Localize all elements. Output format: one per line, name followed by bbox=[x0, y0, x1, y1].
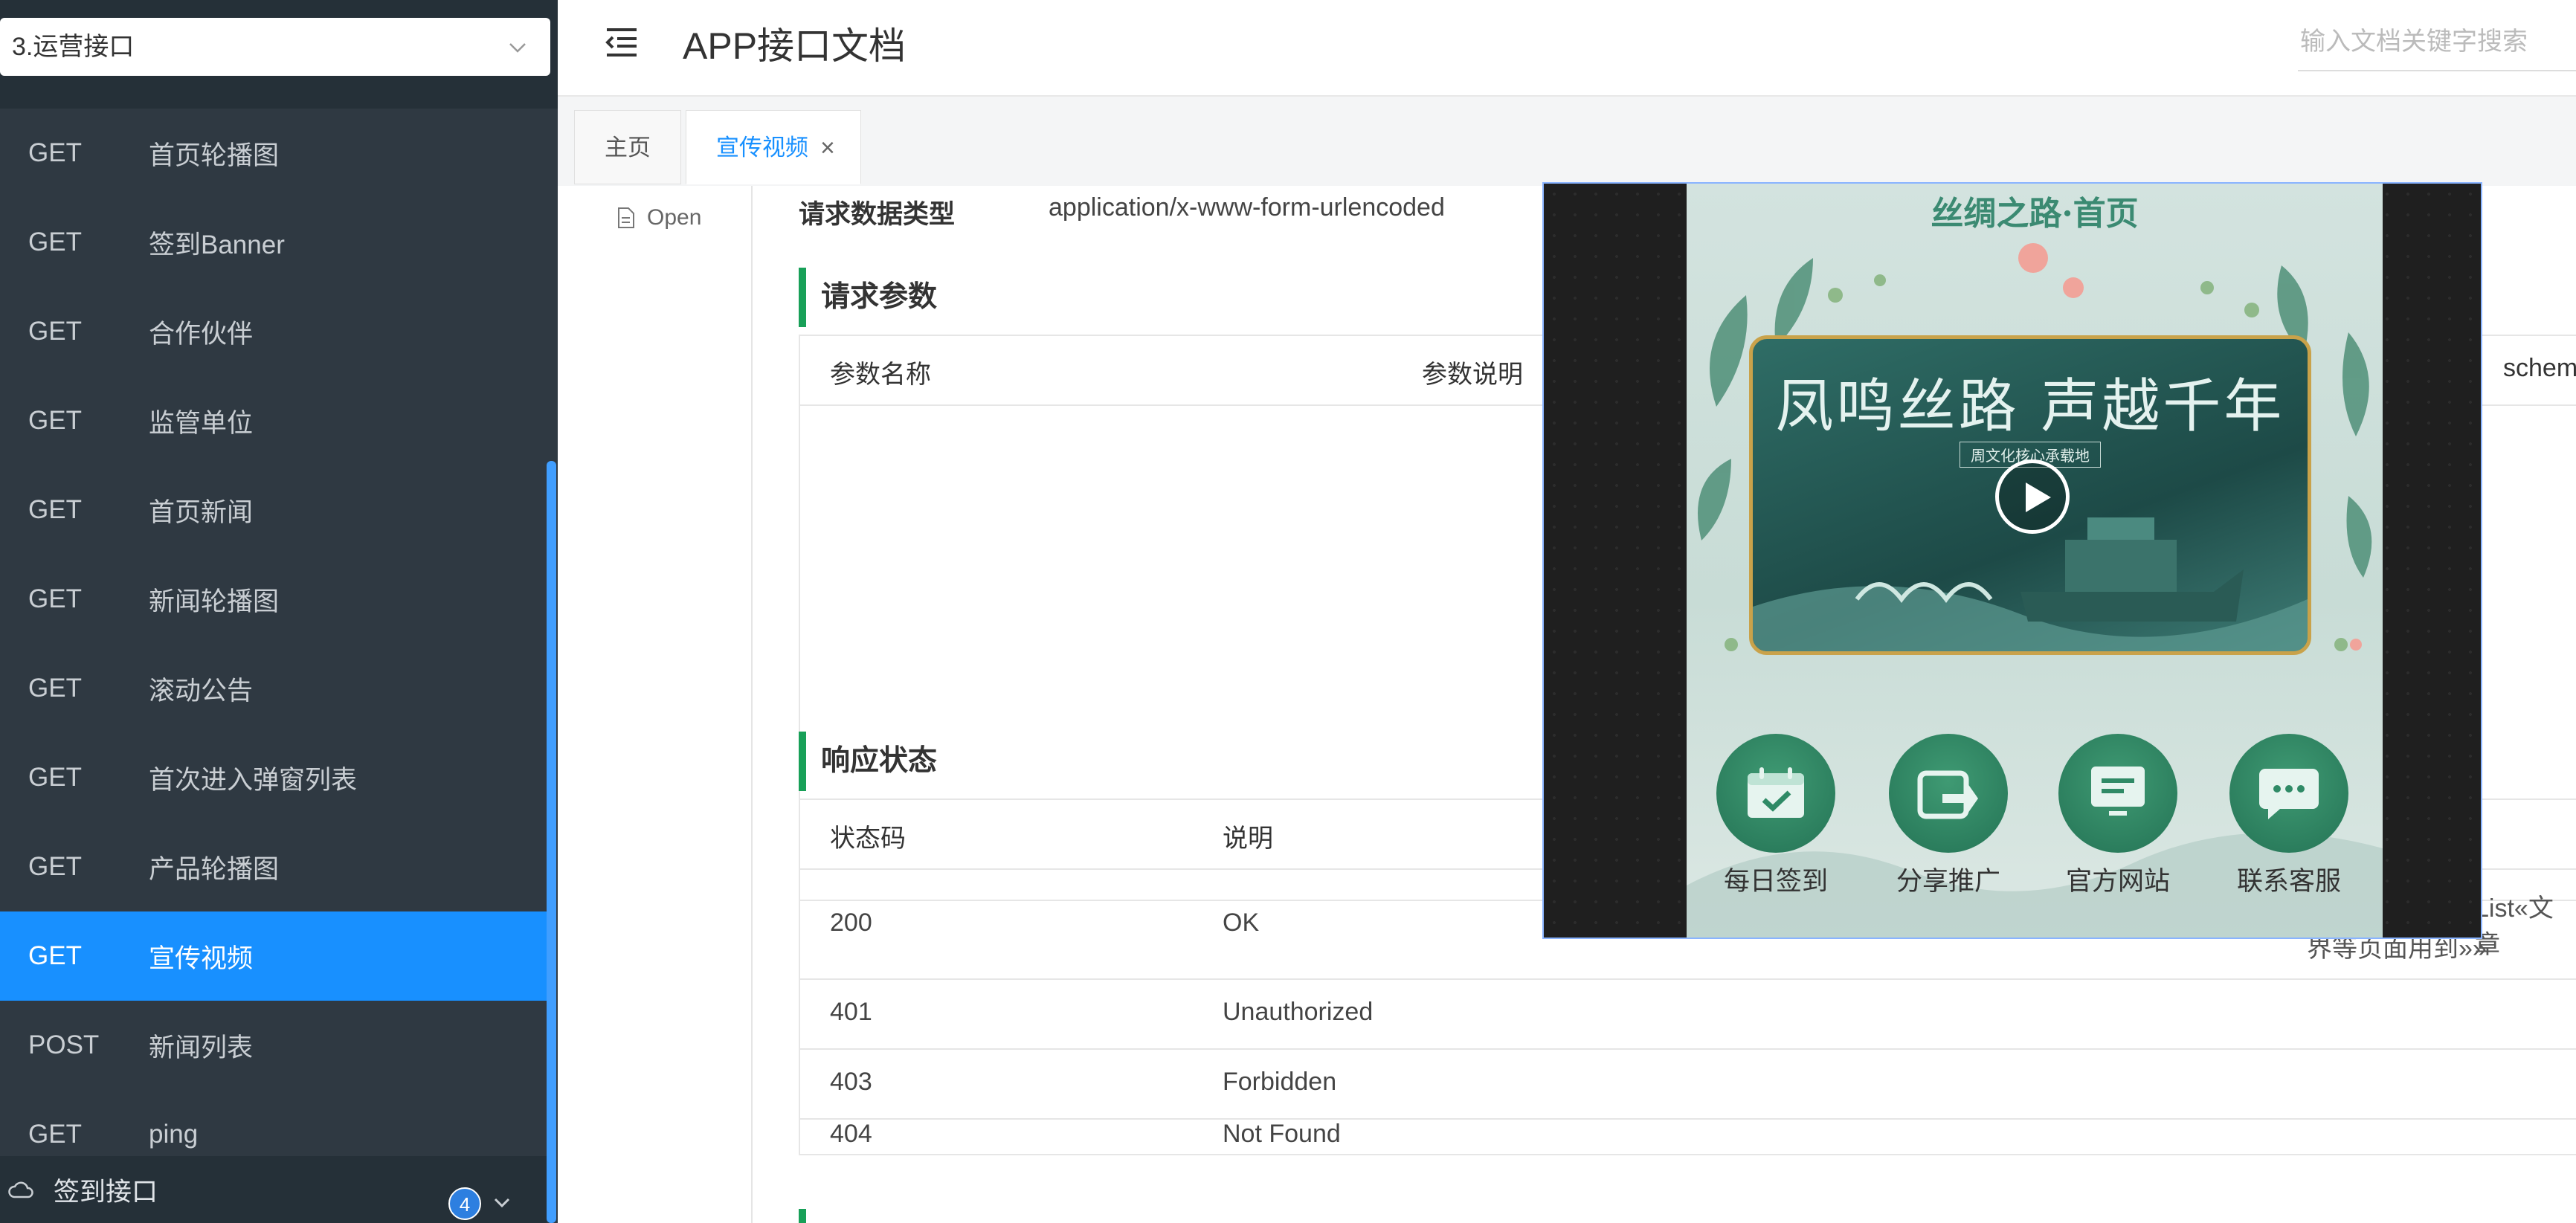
api-item[interactable]: GET 首页新闻 bbox=[0, 465, 547, 555]
table-row: 401 Unauthorized bbox=[800, 980, 2576, 1050]
api-label: ping bbox=[149, 1120, 199, 1149]
cloud-icon bbox=[8, 1181, 33, 1198]
chevron-down-icon bbox=[509, 43, 526, 53]
api-label: 新闻列表 bbox=[149, 1033, 254, 1062]
quick-action-support[interactable]: 联系客服 bbox=[2229, 734, 2348, 897]
api-label: 签到Banner bbox=[149, 230, 285, 259]
status-code: 403 bbox=[830, 1068, 872, 1096]
col-header: 状态码 bbox=[830, 825, 906, 853]
status-desc: OK bbox=[1223, 909, 1260, 937]
col-header: 参数名称 bbox=[830, 361, 931, 389]
doc-toc-panel: Open bbox=[558, 186, 753, 1223]
api-method: GET bbox=[28, 138, 82, 167]
search-input[interactable]: 输入文档关键字搜索 bbox=[2298, 12, 2576, 71]
video-player[interactable]: 凤鸣丝路 声越千年 周文化核心承载地 bbox=[1749, 335, 2311, 655]
api-item[interactable]: GET 滚动公告 bbox=[0, 644, 547, 733]
play-button[interactable] bbox=[1995, 459, 2070, 534]
api-method: GET bbox=[28, 584, 82, 613]
phone-screenshot: 丝绸之路·首页 凤鸣丝路 声越千年 周文化核心承载地 每日签到 分享推广 官方网… bbox=[1687, 184, 2383, 938]
api-item[interactable]: GET 首次进入弹窗列表 bbox=[0, 733, 547, 822]
tab-label: 宣传视频 bbox=[716, 135, 808, 161]
status-code: 200 bbox=[830, 909, 872, 937]
sidebar-scrollbar[interactable] bbox=[547, 461, 556, 1223]
module-select-value: 3.运营接口 bbox=[12, 33, 135, 61]
api-label: 监管单位 bbox=[149, 408, 254, 438]
col-header: 参数说明 bbox=[1422, 361, 1523, 389]
api-item-active[interactable]: GET 宣传视频 bbox=[0, 911, 547, 1001]
table-row: 403 Forbidden bbox=[800, 1050, 2576, 1120]
api-method: GET bbox=[28, 852, 82, 881]
api-label: 合作伙伴 bbox=[149, 319, 254, 349]
api-item[interactable]: GET 新闻轮播图 bbox=[0, 555, 547, 644]
share-icon bbox=[1889, 734, 2008, 853]
menu-fold-icon[interactable] bbox=[604, 24, 640, 59]
api-method: GET bbox=[28, 941, 82, 970]
quick-action-checkin[interactable]: 每日签到 bbox=[1716, 734, 1835, 897]
api-method: GET bbox=[28, 228, 82, 256]
api-list: GET 首页轮播图 GET 签到Banner GET 合作伙伴 GET 监管单位… bbox=[0, 109, 547, 1179]
col-header: schem bbox=[2503, 354, 2576, 382]
api-item[interactable]: GET 监管单位 bbox=[0, 376, 547, 465]
open-label: Open bbox=[647, 205, 702, 230]
quick-action-label: 联系客服 bbox=[2236, 867, 2341, 897]
status-desc: Not Found bbox=[1223, 1120, 1341, 1148]
api-method: GET bbox=[28, 495, 82, 524]
api-item[interactable]: GET 首页轮播图 bbox=[0, 109, 547, 198]
quick-action-share[interactable]: 分享推广 bbox=[1889, 734, 2008, 897]
section-title-params: 请求参数 bbox=[799, 268, 937, 327]
api-item[interactable]: GET 合作伙伴 bbox=[0, 287, 547, 376]
video-title: 凤鸣丝路 声越千年 bbox=[1775, 373, 2285, 440]
api-group-label: 签到接口 bbox=[54, 1177, 158, 1207]
website-icon bbox=[2058, 734, 2177, 853]
table-row: 404 Not Found bbox=[800, 1120, 2576, 1155]
close-icon[interactable]: × bbox=[820, 111, 835, 185]
module-selector-wrapper: 3.运营接口 bbox=[0, 0, 558, 109]
status-code: 404 bbox=[830, 1120, 872, 1148]
api-method: GET bbox=[28, 674, 82, 703]
api-method: GET bbox=[28, 763, 82, 792]
status-desc: Forbidden bbox=[1223, 1068, 1337, 1096]
schema-text: List«文章 bbox=[2475, 894, 2554, 959]
status-desc: Unauthorized bbox=[1223, 998, 1374, 1026]
file-icon bbox=[618, 207, 634, 228]
section-title-status: 响应状态 bbox=[799, 732, 937, 791]
quick-action-website[interactable]: 官方网站 bbox=[2058, 734, 2177, 897]
api-label: 首页轮播图 bbox=[149, 141, 280, 170]
api-label: 产品轮播图 bbox=[149, 854, 280, 884]
status-code: 401 bbox=[830, 998, 872, 1026]
open-link[interactable]: Open bbox=[617, 205, 701, 230]
request-type-label: 请求数据类型 bbox=[799, 200, 956, 229]
api-method: GET bbox=[28, 1120, 82, 1149]
page-title: APP接口文档 bbox=[683, 25, 907, 67]
phone-page-title: 丝绸之路·首页 bbox=[1931, 195, 2139, 233]
api-item[interactable]: GET 产品轮播图 bbox=[0, 822, 547, 911]
tab-home[interactable]: 主页 bbox=[574, 110, 681, 184]
section-accent bbox=[799, 1209, 806, 1223]
request-type-value: application/x-www-form-urlencoded bbox=[1049, 193, 1445, 222]
api-label: 首次进入弹窗列表 bbox=[149, 765, 358, 795]
quick-action-label: 分享推广 bbox=[1896, 867, 2000, 897]
module-select[interactable]: 3.运营接口 bbox=[0, 18, 550, 76]
video-preview-popup[interactable]: 丝绸之路·首页 凤鸣丝路 声越千年 周文化核心承载地 每日签到 分享推广 官方网… bbox=[1542, 182, 2482, 939]
tab-promo-video[interactable]: 宣传视频 × bbox=[686, 110, 861, 184]
tab-bar: 主页 宣传视频 × bbox=[558, 97, 2576, 186]
quick-action-label: 每日签到 bbox=[1723, 867, 1828, 897]
chevron-down-icon bbox=[494, 1198, 510, 1208]
top-header: APP接口文档 输入文档关键字搜索 bbox=[558, 0, 2576, 97]
sidebar: 3.运营接口 GET 首页轮播图 GET 签到Banner GET 合作伙伴 G… bbox=[0, 0, 558, 1223]
count-badge: 4 bbox=[448, 1187, 481, 1220]
chat-bubble-icon bbox=[2229, 734, 2348, 853]
api-method: GET bbox=[28, 317, 82, 346]
api-method: GET bbox=[28, 406, 82, 435]
api-label: 新闻轮播图 bbox=[149, 587, 280, 616]
quick-action-label: 官方网站 bbox=[2065, 867, 2170, 897]
api-item[interactable]: GET 签到Banner bbox=[0, 198, 547, 287]
calendar-check-icon bbox=[1716, 734, 1835, 853]
api-label: 宣传视频 bbox=[149, 943, 254, 973]
api-label: 首页新闻 bbox=[149, 497, 254, 527]
col-header: 说明 bbox=[1223, 825, 1273, 853]
api-item[interactable]: POST 新闻列表 bbox=[0, 1001, 547, 1090]
api-label: 滚动公告 bbox=[149, 676, 254, 706]
api-method: POST bbox=[28, 1030, 100, 1059]
